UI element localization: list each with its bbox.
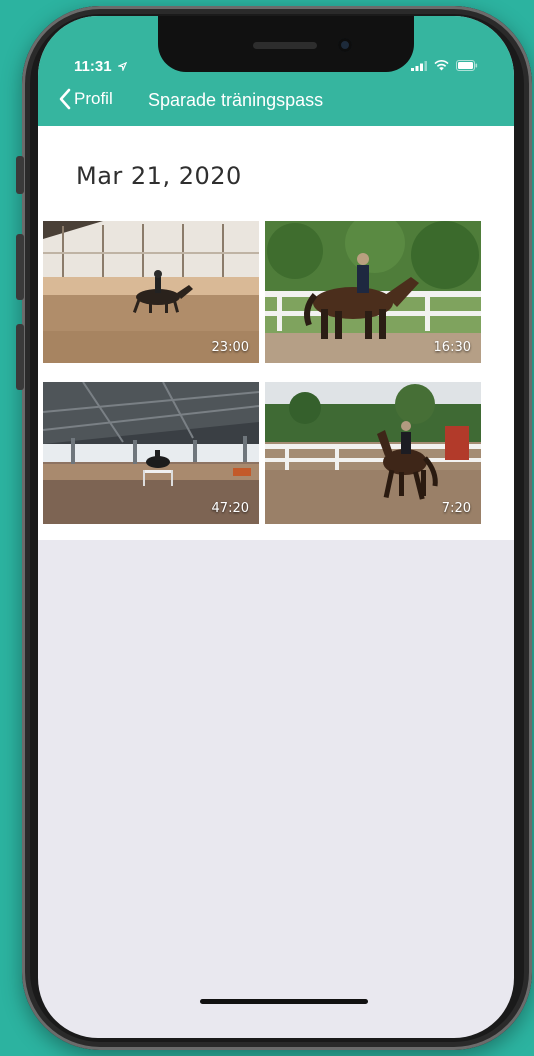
volume-down-button: [16, 324, 24, 390]
volume-up-button: [16, 234, 24, 300]
video-thumbnail[interactable]: 7:20: [265, 382, 481, 524]
session-date: Mar 21, 2020: [76, 162, 242, 190]
speaker: [253, 42, 317, 49]
signal-icon: [411, 61, 427, 71]
saved-sessions-list: Mar 21, 2020 23:00 16:30 47:20 7:20: [38, 126, 514, 540]
video-thumbnail[interactable]: 23:00: [43, 221, 259, 363]
home-indicator[interactable]: [200, 999, 368, 1004]
location-arrow-icon: [116, 61, 127, 73]
back-label: Profil: [74, 89, 113, 108]
video-thumbnail[interactable]: 16:30: [265, 221, 481, 363]
camera: [338, 38, 352, 52]
battery-icon: [456, 60, 478, 71]
nav-bar: 11:31 Profil Sparade träningspass: [38, 16, 514, 126]
video-thumbnail[interactable]: 47:20: [43, 382, 259, 524]
notch: [158, 16, 414, 72]
video-duration: 47:20: [211, 501, 249, 516]
chevron-left-icon: [59, 88, 71, 110]
status-icons: [411, 60, 478, 71]
back-button[interactable]: Profil: [58, 88, 113, 110]
screen: 11:31 Profil Sparade träningspass Mar 21…: [38, 16, 514, 1038]
video-duration: 16:30: [433, 340, 471, 355]
status-time: 11:31: [74, 58, 127, 75]
wifi-icon: [434, 60, 449, 71]
mute-switch: [16, 156, 24, 194]
page-title: Sparade träningspass: [148, 90, 324, 110]
video-duration: 23:00: [211, 340, 249, 355]
video-duration: 7:20: [441, 501, 471, 516]
